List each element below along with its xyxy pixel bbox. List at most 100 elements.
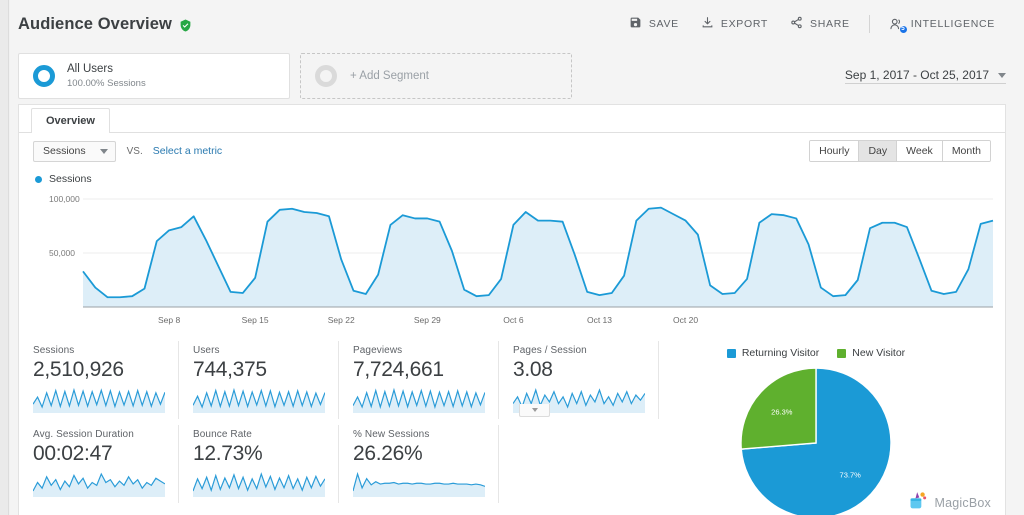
- sessions-chart-svg: 50,000 100,000: [49, 194, 994, 308]
- x-axis-tick: Sep 22: [327, 315, 355, 325]
- share-label: SHARE: [810, 18, 850, 30]
- metrics-row-2: Avg. Session Duration 00:02:47 Bounce Ra…: [33, 425, 627, 503]
- content-shell: Audience Overview SAVE EXPORT SHARE 5 IN…: [10, 0, 1024, 515]
- granularity-day[interactable]: Day: [859, 141, 898, 161]
- x-axis-tick: Sep 29: [413, 315, 441, 325]
- x-axis-tick: Sep 8: [157, 315, 181, 325]
- page-header: Audience Overview SAVE EXPORT SHARE 5 IN…: [10, 0, 1024, 48]
- metric-card-users[interactable]: Users 744,375: [193, 341, 339, 419]
- segment-bar: All Users 100.00% Sessions + Add Segment…: [10, 48, 1024, 104]
- add-segment-label: + Add Segment: [350, 70, 429, 82]
- segment-title: All Users: [67, 63, 114, 76]
- header-actions: SAVE EXPORT SHARE 5 INTELLIGENCE: [618, 10, 1006, 38]
- lower-section: Sessions 2,510,926 Users 744,375 Pagevie…: [19, 329, 1005, 515]
- add-segment-button[interactable]: + Add Segment: [300, 53, 572, 99]
- magicbox-logo-icon: [908, 490, 928, 515]
- metrics-grid: Sessions 2,510,926 Users 744,375 Pagevie…: [19, 341, 659, 515]
- pie-slice-label: 26.3%: [771, 408, 793, 417]
- x-axis-tick: Oct 20: [673, 315, 699, 325]
- save-label: SAVE: [648, 18, 679, 30]
- report-tabs: Overview: [19, 105, 1005, 133]
- vs-label: VS.: [126, 145, 143, 157]
- tab-overview[interactable]: Overview: [31, 108, 110, 133]
- magicbox-label: MagicBox: [934, 495, 991, 510]
- report-card: Overview Sessions VS. Select a metric Ho…: [18, 104, 1006, 515]
- metric-label: Avg. Session Duration: [33, 429, 134, 440]
- metric-value: 2,510,926: [33, 358, 124, 381]
- legend-swatch: [837, 348, 847, 358]
- donut-icon: [33, 65, 55, 87]
- sparkline: [33, 472, 165, 497]
- metric-card-avg-session-duration[interactable]: Avg. Session Duration 00:02:47: [33, 425, 179, 503]
- svg-text:100,000: 100,000: [49, 194, 80, 204]
- donut-empty-icon: [315, 65, 337, 87]
- chevron-down-icon: [531, 408, 538, 412]
- sparkline: [193, 387, 325, 413]
- save-disk-icon: [629, 16, 642, 32]
- chart-x-axis: Sep 8 Sep 15 Sep 22 Sep 29 Oct 6 Oct 13 Oct 20: [35, 313, 989, 329]
- visitor-type-pie-chart[interactable]: 73.7% 26.3%: [738, 365, 894, 515]
- granularity-hourly[interactable]: Hourly: [810, 141, 860, 161]
- primary-metric-select[interactable]: Sessions: [33, 140, 116, 162]
- page-title: Audience Overview: [18, 14, 172, 33]
- metric-label: Pages / Session: [513, 345, 587, 356]
- metric-value: 3.08: [513, 358, 553, 381]
- sessions-line-chart[interactable]: 50,000 100,000: [35, 187, 994, 313]
- metric-label: Sessions: [33, 345, 75, 356]
- chart-collapse-toggle[interactable]: [519, 404, 550, 417]
- chevron-down-icon: [998, 72, 1006, 78]
- select-a-metric-link[interactable]: Select a metric: [153, 145, 222, 157]
- metric-card-new-sessions[interactable]: % New Sessions 26.26%: [353, 425, 499, 503]
- legend-label-sessions: Sessions: [49, 173, 92, 185]
- export-button[interactable]: EXPORT: [690, 10, 779, 38]
- intelligence-label: INTELLIGENCE: [910, 18, 995, 30]
- legend-swatch: [726, 348, 736, 358]
- sparkline: [353, 387, 485, 413]
- date-range-value: Sep 1, 2017 - Oct 25, 2017: [844, 68, 989, 82]
- intelligence-button[interactable]: 5 INTELLIGENCE: [878, 11, 1006, 37]
- granularity-month[interactable]: Month: [942, 141, 990, 161]
- legend-label: New Visitor: [852, 347, 906, 359]
- pie-slice-label: 73.7%: [840, 471, 862, 480]
- metric-value: 26.26%: [353, 442, 423, 465]
- metric-value: 744,375: [193, 358, 267, 381]
- pie-legend-returning[interactable]: Returning Visitor: [726, 347, 820, 359]
- metric-label: % New Sessions: [353, 429, 430, 440]
- metric-value: 7,724,661: [353, 358, 444, 381]
- svg-text:50,000: 50,000: [49, 248, 75, 258]
- metric-label: Bounce Rate: [193, 429, 252, 440]
- segment-subtitle: 100.00% Sessions: [67, 77, 146, 89]
- segment-all-users[interactable]: All Users 100.00% Sessions: [18, 53, 290, 99]
- left-rail: [0, 0, 9, 515]
- share-nodes-icon: [790, 16, 803, 32]
- granularity-week[interactable]: Week: [897, 141, 943, 161]
- metric-card-pageviews[interactable]: Pageviews 7,724,661: [353, 341, 499, 419]
- metric-value: 00:02:47: [33, 442, 113, 465]
- metric-value: 12.73%: [193, 442, 263, 465]
- export-download-icon: [701, 16, 714, 32]
- save-button[interactable]: SAVE: [618, 10, 690, 38]
- metric-card-bounce-rate[interactable]: Bounce Rate 12.73%: [193, 425, 339, 503]
- magicbox-watermark: MagicBox: [908, 490, 991, 515]
- primary-metric-value: Sessions: [43, 145, 86, 157]
- pie-legend-new[interactable]: New Visitor: [837, 347, 905, 359]
- x-axis-tick: Sep 15: [241, 315, 269, 325]
- legend-label: Returning Visitor: [741, 347, 820, 359]
- share-button[interactable]: SHARE: [779, 10, 861, 38]
- analytics-page: Audience Overview SAVE EXPORT SHARE 5 IN…: [0, 0, 1024, 515]
- sparkline: [353, 471, 485, 497]
- metric-label: Users: [193, 345, 220, 356]
- x-axis-tick: Oct 13: [586, 315, 613, 325]
- x-axis-tick: Oct 6: [503, 315, 524, 325]
- metric-label: Pageviews: [353, 345, 403, 356]
- segment-text: All Users 100.00% Sessions: [67, 62, 146, 89]
- chevron-down-icon: [99, 148, 108, 154]
- date-range-picker[interactable]: Sep 1, 2017 - Oct 25, 2017: [844, 68, 1006, 84]
- intelligence-badge: 5: [898, 25, 908, 34]
- granularity-toggle-group: Hourly Day Week Month: [809, 140, 991, 162]
- legend-dot-sessions: [35, 175, 42, 183]
- pie-legend: Returning Visitor New Visitor: [627, 347, 1005, 359]
- sparkline: [193, 472, 325, 497]
- intelligence-icon: 5: [889, 17, 908, 34]
- metric-card-sessions[interactable]: Sessions 2,510,926: [33, 341, 179, 419]
